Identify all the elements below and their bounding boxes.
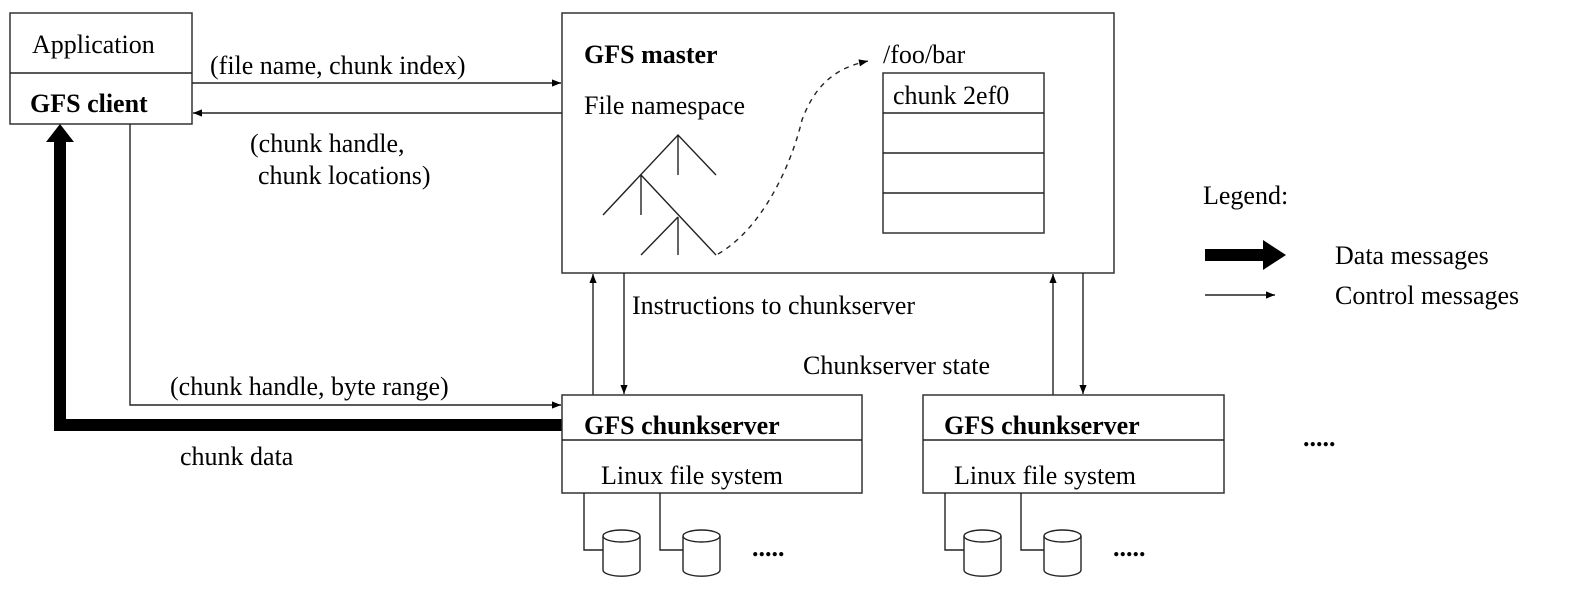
master-box: GFS master File namespace /foo/bar chunk… — [561, 12, 1115, 274]
read-request-label: (chunk handle, byte range) — [170, 372, 449, 401]
application-label: Application — [32, 30, 155, 59]
reply-label-1: (chunk handle, — [250, 129, 405, 158]
chunkserver-title: GFS chunkserver — [584, 411, 780, 440]
more-chunkservers: ..... — [1303, 423, 1336, 452]
disk-icon — [682, 529, 721, 577]
chunkserver-title: GFS chunkserver — [944, 411, 1140, 440]
disk-icon — [1043, 529, 1082, 577]
file-path: /foo/bar — [883, 40, 966, 69]
chunk-data-arrowhead — [46, 124, 74, 142]
more-disks: ..... — [1113, 533, 1146, 562]
linux-fs-label: Linux file system — [954, 461, 1136, 490]
more-disks: ..... — [752, 533, 785, 562]
legend-control-label: Control messages — [1335, 281, 1519, 310]
legend-data-arrowhead — [1263, 240, 1286, 270]
legend-data-label: Data messages — [1335, 241, 1489, 270]
legend: Legend: Data messages Control messages — [1203, 181, 1519, 310]
disk-icon — [963, 529, 1002, 577]
gfs-client-label: GFS client — [30, 89, 148, 118]
client-box: Application GFS client — [9, 12, 193, 125]
request-label: (file name, chunk index) — [210, 51, 466, 80]
master-title: GFS master — [584, 40, 718, 69]
legend-title: Legend: — [1203, 181, 1288, 210]
chunk-table: chunk 2ef0 — [882, 72, 1045, 234]
gfs-architecture-diagram: Application GFS client GFS master File n… — [9, 12, 1519, 577]
chunk-handle-label: chunk 2ef0 — [893, 81, 1009, 110]
chunk-data-label: chunk data — [180, 442, 294, 471]
chunkserver-box-2: GFS chunkserver Linux file system ..... — [922, 394, 1225, 577]
state-label: Chunkserver state — [803, 351, 990, 380]
reply-label-2: chunk locations) — [258, 161, 431, 190]
disk-icon — [602, 529, 641, 577]
chunkserver-box-1: GFS chunkserver Linux file system ..... — [561, 394, 863, 577]
namespace-label: File namespace — [584, 91, 745, 120]
instructions-label: Instructions to chunkserver — [632, 291, 915, 320]
linux-fs-label: Linux file system — [601, 461, 783, 490]
